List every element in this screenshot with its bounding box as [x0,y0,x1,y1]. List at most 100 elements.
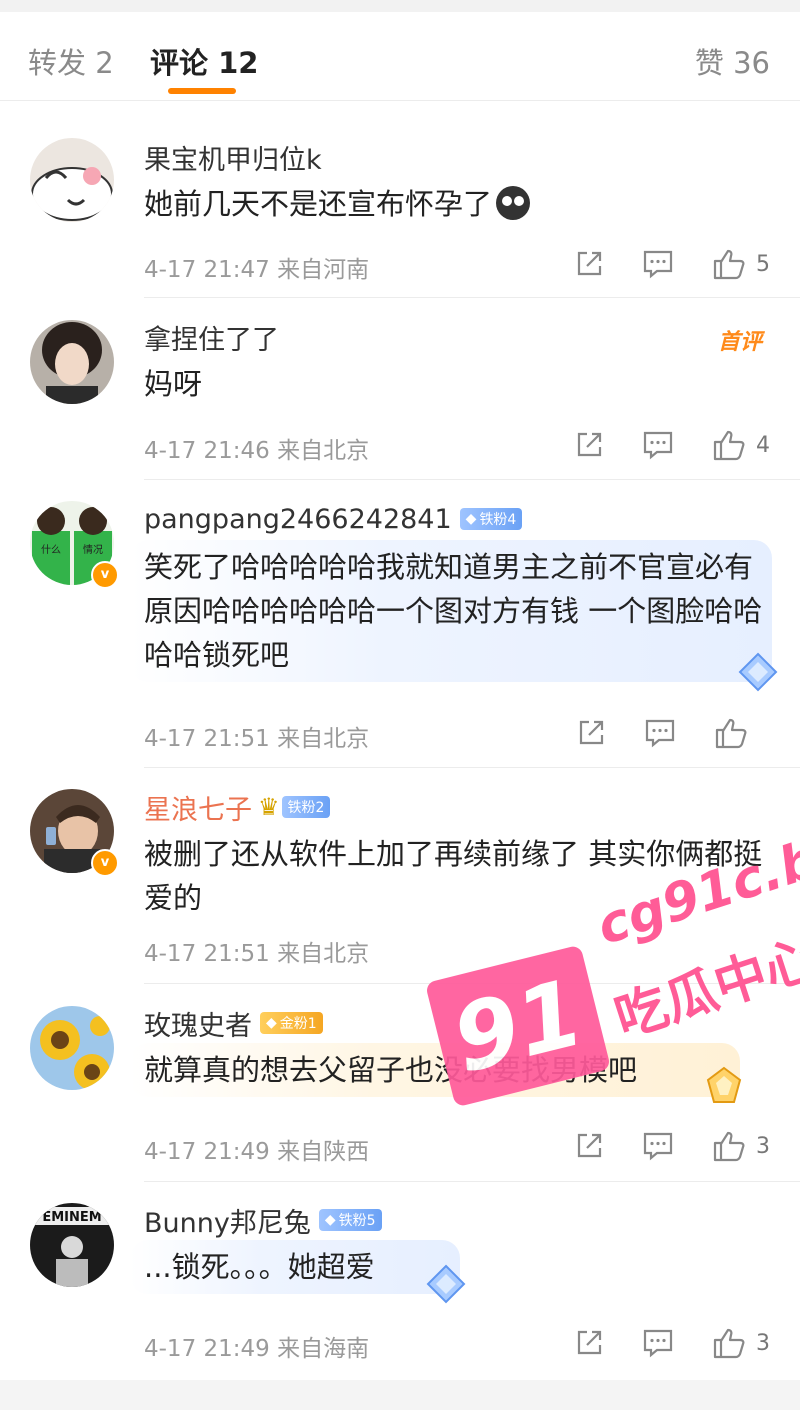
comment-text: 笑死了哈哈哈哈哈我就知道男主之前不官宣必有原因哈哈哈哈哈哈一个图对方有钱 一个图… [144,545,770,677]
comment-text-content: 笑死了哈哈哈哈哈我就知道男主之前不官宣必有原因哈哈哈哈哈哈一个图对方有钱 一个图… [144,550,763,672]
reply-button[interactable] [642,1328,674,1358]
comment-meta: 4-17 21:49 来自海南 [144,1329,369,1363]
comment-icon [645,719,675,748]
comment-text-content: 她前几天不是还宣布怀孕了 [144,187,493,221]
thumbs-up-icon [713,430,745,461]
reply-button[interactable] [642,249,674,279]
reply-button[interactable] [642,430,674,460]
diamond-decoration-icon [738,652,778,692]
fan-badge-label: 铁粉4 [479,512,517,528]
avatar[interactable] [30,1006,114,1090]
like-count: 4 [756,432,770,458]
fan-badge: ◆ 金粉1 [260,1012,323,1034]
thumbs-up-icon [713,1131,745,1162]
share-icon [577,432,602,457]
comment-location: 来自北京 [277,941,370,967]
share-button[interactable] [574,1328,604,1358]
comment-header: pangpang2466242841 ◆ 铁粉4 [144,502,523,536]
reply-button[interactable] [642,1131,674,1161]
comment-header: 玫瑰史者 ◆ 金粉1 [144,1004,323,1043]
diamond-icon: ◆ [465,511,477,527]
comment-meta: 4-17 21:51 来自北京 [144,934,369,968]
share-button[interactable] [574,1131,604,1161]
avatar[interactable] [30,320,114,404]
avatar-text-right: 情况 [83,543,103,556]
divider [144,479,800,480]
comment-actions: 4 [536,425,770,465]
comment-tabs: 转发 2 评论 12 赞 36 [0,12,800,101]
comment-text-content: ...锁死。。。她超爱 [144,1250,375,1284]
comment-time: 4-17 21:51 [144,941,270,967]
fan-badge-label: 铁粉5 [338,1213,376,1229]
like-button[interactable] [714,717,770,749]
comment-header: 星浪七子 ♛ 铁粉2 [144,788,331,827]
diamond-icon: ◆ [324,1212,336,1228]
like-button[interactable]: 3 [712,1327,770,1359]
username[interactable]: 星浪七子 [144,788,252,827]
reply-button[interactable] [644,718,676,748]
comment-location: 来自北京 [277,726,370,752]
comment-location: 来自北京 [277,438,370,464]
username[interactable]: pangpang2466242841 [144,504,452,535]
comment-meta: 4-17 21:47 来自河南 [144,250,369,284]
crying-face-emoji [496,186,531,220]
comment-text: 妈呀 [144,362,770,406]
comment-time: 4-17 21:49 [144,1336,270,1362]
tab-comments[interactable]: 评论 12 [150,40,258,82]
avatar-text-top: EMINEM [42,1210,101,1225]
comment-time: 4-17 21:49 [144,1139,270,1165]
bottom-bar [0,1380,800,1410]
comment-actions [538,713,770,753]
share-button[interactable] [574,249,604,279]
top-strip [0,0,800,12]
fan-badge-label: 铁粉2 [287,800,325,816]
like-count: 3 [756,1330,770,1356]
username[interactable]: 果宝机甲归位k [144,138,322,177]
username[interactable]: 拿捏住了了 [144,318,279,357]
diamond-decoration-icon [426,1264,466,1304]
verified-badge-icon: v [91,561,119,589]
share-icon [577,1330,602,1355]
share-icon [579,720,604,745]
comment-text: 她前几天不是还宣布怀孕了 [144,182,770,226]
avatar-text-left: 什么 [41,544,61,556]
comment-time: 4-17 21:47 [144,257,270,283]
share-button[interactable] [574,430,604,460]
crown-icon: ♛ [258,793,280,821]
comment-time: 4-17 21:51 [144,726,270,752]
first-comment-badge: 首评 [717,330,762,355]
like-count: 3 [756,1133,770,1159]
comment-actions: 3 [536,1323,770,1363]
thumbs-up-icon [713,249,745,280]
comment-header: 拿捏住了了 [144,318,279,357]
like-button[interactable]: 5 [712,248,770,280]
like-button[interactable]: 4 [712,429,770,461]
like-count: 5 [756,251,770,277]
tab-likes[interactable]: 赞 36 [695,40,770,82]
comment-icon [643,250,673,279]
share-icon [577,251,602,276]
watermark-number: 91 [442,958,594,1094]
thumbs-up-icon [713,1328,745,1359]
fan-badge: 铁粉2 [281,796,331,818]
username[interactable]: Bunny邦尼兔 [144,1201,311,1240]
divider [144,767,800,768]
share-icon [577,1133,602,1158]
avatar[interactable] [30,138,114,222]
comment-meta: 4-17 21:51 来自北京 [144,719,369,753]
like-button[interactable]: 3 [712,1130,770,1162]
comment-header: 果宝机甲归位k [144,138,322,177]
comment-meta: 4-17 21:46 来自北京 [144,431,369,465]
comment-time: 4-17 21:46 [144,438,270,464]
comment-icon [643,1132,673,1161]
divider [144,1181,800,1182]
comment-actions: 3 [536,1126,770,1166]
comment-icon [643,1329,673,1358]
tab-repost[interactable]: 转发 2 [28,40,114,82]
fan-badge: ◆ 铁粉5 [318,1209,382,1231]
username[interactable]: 玫瑰史者 [144,1004,252,1043]
comment-meta: 4-17 21:49 来自陕西 [144,1132,369,1166]
avatar[interactable]: EMINEM [30,1203,114,1287]
gem-icon: ◆ [266,1015,277,1031]
share-button[interactable] [576,718,606,748]
